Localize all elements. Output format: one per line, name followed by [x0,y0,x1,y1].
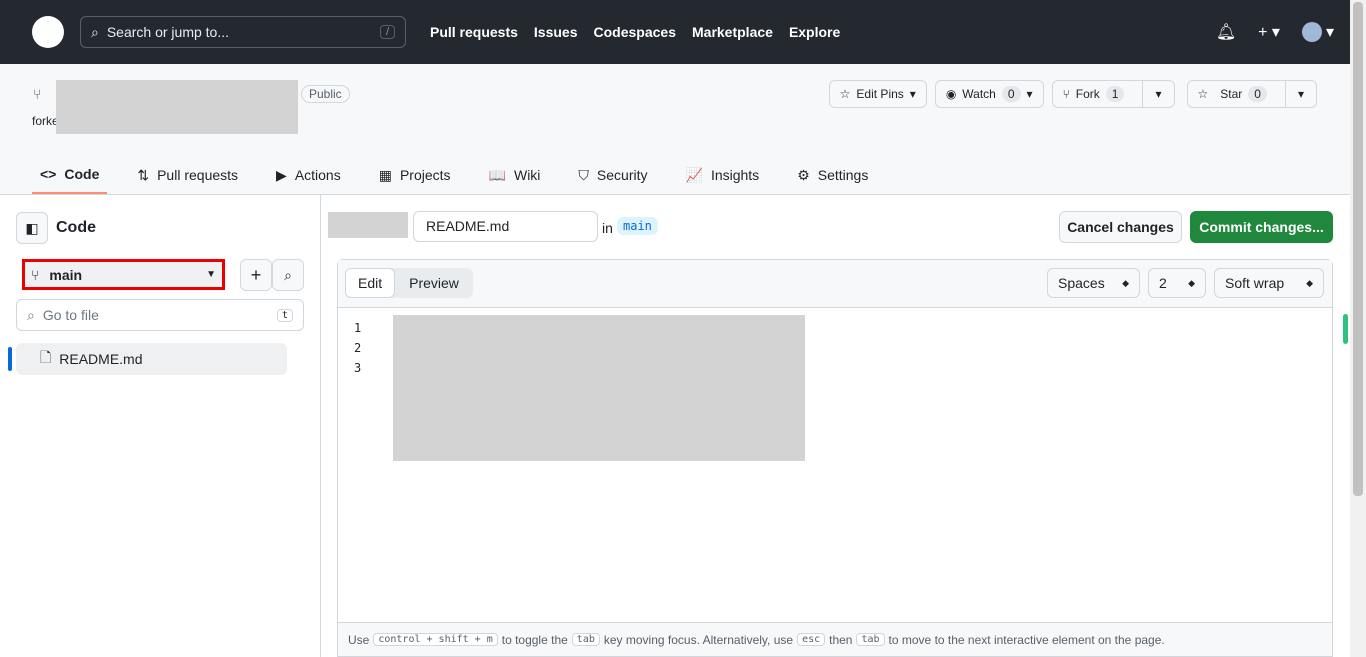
tab-actions[interactable]: ▶ Actions [268,156,349,194]
editor-content-redacted[interactable] [393,315,805,461]
fork-dropdown[interactable]: ▾ [1142,81,1173,107]
branch-selector[interactable]: ⑂ main ▼ [22,259,225,290]
sidebar-title: Code [56,219,96,236]
visibility-badge: Public [301,85,350,103]
fork-icon: ⑂ [1062,87,1070,101]
star-button[interactable]: ☆ Star 0 ▾ [1186,80,1317,108]
tab-projects[interactable]: ▦ Projects [371,156,459,194]
fork-button[interactable]: ⑂ Fork 1 ▾ [1051,80,1175,108]
tab-wiki[interactable]: 📖 Wiki [481,156,549,194]
nav-issues[interactable]: Issues [534,24,578,40]
nav-codespaces[interactable]: Codespaces [594,24,676,40]
add-file-button[interactable]: + [240,259,272,291]
star-dropdown[interactable]: ▾ [1284,81,1316,107]
eye-icon: ◉ [945,87,957,101]
repo-header: ⑂ forke Public ☆ Edit Pins ▾ ◉ Watch 0 ▾ ⑂ For… [0,64,1366,195]
search-files-button[interactable]: ⌕ [272,259,304,291]
file-tree-item[interactable]: 🗋 README.md [16,343,287,375]
indent-size-select[interactable]: 2 ◆ [1148,268,1206,298]
editor-pane: README.md in main Cancel changes Commit … [321,195,1350,657]
edit-pins-button[interactable]: ☆ Edit Pins ▾ [828,80,927,108]
nav-marketplace[interactable]: Marketplace [692,24,773,40]
bell-icon[interactable]: 🔔︎ [1216,22,1236,42]
file-sidebar: ◧ Code ⑂ main ▼ + ⌕ ⌕ Go to file t 🗋 README.m… [0,195,321,657]
repo-name-redacted [56,80,298,134]
indent-mode-select[interactable]: Spaces ◆ [1047,268,1140,298]
book-icon: 📖 [488,166,506,183]
github-logo-icon[interactable] [32,16,64,48]
branch-icon: ⑂ [31,266,40,283]
pull-request-icon: ⇅ [137,166,150,183]
keyboard-hint: Use control + shift + m to toggle the tab ke… [338,622,1332,656]
file-icon: 🗋 [40,349,52,365]
scroll-marker [1343,314,1348,344]
chevron-down-icon: ▼ [206,269,216,280]
branch-label: main [617,217,658,235]
commit-changes-button[interactable]: Commit changes... [1190,211,1333,243]
tab-edit[interactable]: Edit [345,268,396,298]
pin-icon: ☆ [839,87,851,101]
avatar[interactable] [1301,22,1322,42]
gear-icon: ⚙ [797,166,810,183]
line-numbers: 1 2 3 [354,321,362,375]
global-header: ⌕ Search or jump to... / Pull requests Iss… [0,0,1366,64]
tab-code[interactable]: <> Code [32,156,108,194]
editor-box: Edit Preview Spaces ◆ 2 ◆ Soft wrap ◆ 1 2 3… [337,259,1333,657]
watch-button[interactable]: ◉ Watch 0 ▾ [934,80,1044,108]
search-shortcut: / [379,25,395,39]
nav-explore[interactable]: Explore [789,24,840,40]
code-icon: <> [40,166,57,182]
nav-pull-requests[interactable]: Pull requests [430,24,518,40]
search-input[interactable]: ⌕ Search or jump to... / [80,16,406,48]
wrap-mode-select[interactable]: Soft wrap ◆ [1214,268,1324,298]
filename-input[interactable]: README.md [413,211,598,242]
graph-icon: 📈 [685,166,703,183]
path-redacted [328,212,408,238]
collapse-sidebar-button[interactable]: ◧ [16,212,48,244]
search-icon: ⌕ [27,306,35,323]
forked-from: forke [32,114,59,128]
go-to-file-input[interactable]: ⌕ Go to file t [16,299,304,331]
tab-settings[interactable]: ⚙ Settings [789,156,876,194]
cancel-changes-button[interactable]: Cancel changes [1059,211,1182,243]
tab-preview[interactable]: Preview [395,268,473,298]
tab-pull-requests[interactable]: ⇅ Pull requests [129,156,246,194]
table-icon: ▦ [378,166,392,183]
tab-security[interactable]: ⛉ Security [570,156,655,194]
play-icon: ▶ [276,166,287,183]
shield-icon: ⛉ [578,166,589,183]
search-icon: ⌕ [91,23,99,40]
tab-insights[interactable]: 📈 Insights [678,156,768,194]
fork-icon: ⑂ [33,86,42,102]
scrollbar[interactable] [1350,0,1366,657]
star-icon: ☆ [1197,87,1209,101]
plus-icon[interactable]: + ▾ [1258,22,1280,42]
